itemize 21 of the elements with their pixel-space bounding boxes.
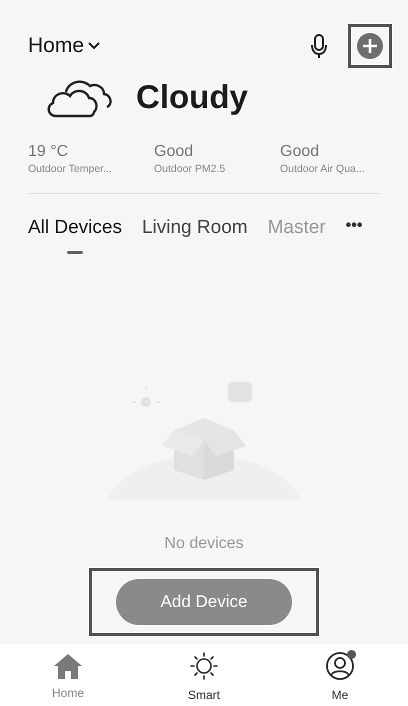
weather-condition: Cloudy: [136, 77, 248, 117]
nav-tab[interactable]: Smart: [172, 650, 236, 704]
more-button[interactable]: •••: [346, 214, 362, 238]
stat-label: Outdoor PM2.5: [154, 162, 226, 176]
chevron-down-icon: [88, 42, 100, 50]
empty-message: No devices: [164, 534, 244, 554]
room-tab[interactable]: All Devices: [28, 214, 122, 254]
add-icon[interactable]: [356, 32, 384, 60]
stat-value: Good: [280, 142, 320, 162]
stat-label: Outdoor Air Qua...: [280, 162, 366, 176]
house-icon: [52, 652, 84, 680]
microphone-icon[interactable]: [310, 33, 328, 59]
nav-tab[interactable]: Home: [36, 652, 100, 702]
nav-tab[interactable]: Me: [308, 650, 372, 704]
sun-icon: [188, 650, 220, 682]
home-selector[interactable]: Home: [28, 30, 100, 62]
room-tab[interactable]: Living Room: [142, 214, 248, 254]
stat-value: 19 °C: [28, 142, 70, 162]
profile-icon: [324, 650, 356, 682]
stat-value: Good: [154, 142, 194, 162]
stat-label: Outdoor Temper...: [28, 162, 113, 176]
